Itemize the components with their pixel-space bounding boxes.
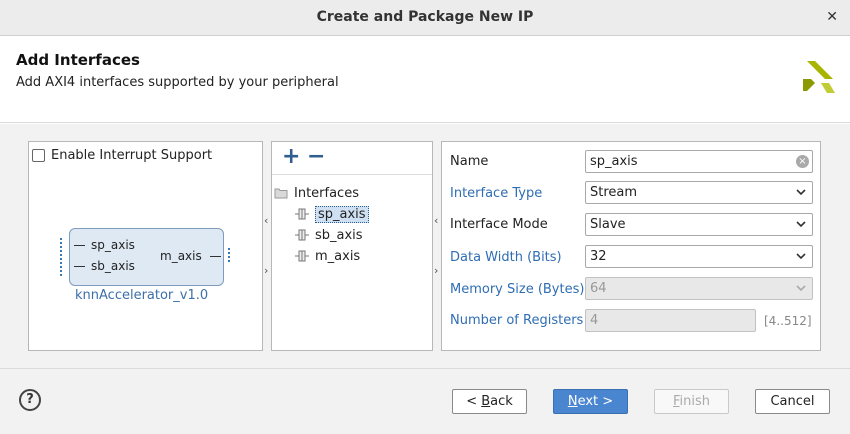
footer: ? < Back Next > Finish Cancel: [0, 368, 850, 434]
tree-item-sp-axis[interactable]: sp_axis: [295, 205, 369, 223]
back-label-rest: ack: [490, 394, 513, 409]
tree-item-sb-axis[interactable]: sb_axis: [295, 226, 363, 244]
memory-size-value: 64: [590, 281, 607, 296]
back-button[interactable]: < Back: [452, 389, 527, 414]
name-label: Name: [450, 154, 489, 169]
next-button[interactable]: Next >: [553, 389, 628, 414]
collapse-left-icon[interactable]: ‹: [264, 214, 268, 227]
content-area: Enable Interrupt Support sp_axis sb_axis…: [0, 124, 850, 368]
interface-port-icon: [295, 208, 309, 220]
chevron-down-icon: [796, 189, 806, 196]
interface-type-select[interactable]: Stream: [585, 181, 813, 204]
num-registers-field: 4: [585, 309, 756, 332]
memory-size-label: Memory Size (Bytes): [450, 282, 585, 297]
symbol-panel: Enable Interrupt Support sp_axis sb_axis…: [28, 141, 263, 351]
expand-right-icon[interactable]: ›: [434, 264, 438, 277]
interface-type-value: Stream: [590, 185, 638, 200]
right-port-dots: [228, 248, 231, 262]
finish-button: Finish: [654, 389, 729, 414]
interface-port-icon: [295, 229, 309, 241]
toolbar-divider: [272, 174, 432, 175]
tree-item-m-axis[interactable]: m_axis: [295, 247, 360, 265]
data-width-value: 32: [590, 249, 607, 264]
ip-block-name: knnAccelerator_v1.0: [75, 288, 209, 303]
port-sp-axis: sp_axis: [91, 238, 135, 252]
cancel-button[interactable]: Cancel: [755, 389, 830, 414]
port-line: [74, 245, 85, 246]
memory-size-select: 64: [585, 277, 813, 300]
next-label-rest: ext >: [577, 394, 614, 409]
page-header: Add Interfaces Add AXI4 interfaces suppo…: [0, 36, 850, 123]
interrupt-checkbox-row[interactable]: Enable Interrupt Support: [32, 148, 212, 163]
port-line: [210, 256, 221, 257]
xilinx-logo-icon: [803, 61, 835, 93]
remove-interface-button[interactable]: −: [307, 146, 325, 168]
data-width-label: Data Width (Bits): [450, 250, 562, 265]
interfaces-tree-panel: + − Interfaces sp_axis sb_axis m_axis: [271, 141, 433, 351]
folder-icon: [274, 188, 288, 199]
name-field[interactable]: sp_axis ×: [585, 150, 813, 173]
help-button[interactable]: ?: [19, 389, 41, 411]
tree-root-label: Interfaces: [294, 185, 359, 201]
left-port-dots: [60, 238, 63, 276]
num-registers-label: Number of Registers: [450, 313, 584, 328]
title-bar: Create and Package New IP ✕: [0, 0, 850, 36]
interface-mode-label: Interface Mode: [450, 217, 548, 232]
clear-icon[interactable]: ×: [796, 155, 809, 168]
interface-mode-select[interactable]: Slave: [585, 213, 813, 236]
tree-item-label: sb_axis: [315, 227, 363, 243]
ip-block: sp_axis sb_axis m_axis: [69, 228, 224, 286]
interface-type-label: Interface Type: [450, 186, 543, 201]
page-title: Add Interfaces: [16, 51, 140, 69]
tree-item-label: m_axis: [315, 248, 361, 264]
back-mnemonic: B: [481, 394, 491, 409]
port-m-axis: m_axis: [160, 249, 202, 263]
close-icon[interactable]: ✕: [826, 9, 838, 25]
page-subtitle: Add AXI4 interfaces supported by your pe…: [16, 75, 339, 90]
interface-port-icon: [295, 250, 309, 262]
chevron-down-icon: [796, 253, 806, 260]
name-value: sp_axis: [590, 154, 638, 169]
data-width-select[interactable]: 32: [585, 245, 813, 268]
chevron-down-icon: [796, 221, 806, 228]
interrupt-label: Enable Interrupt Support: [51, 148, 213, 163]
chevron-down-icon: [796, 285, 806, 292]
num-registers-range: [4..512]: [764, 314, 812, 328]
properties-panel: Name sp_axis × Interface Type Stream Int…: [441, 141, 821, 351]
expand-right-icon[interactable]: ›: [264, 264, 268, 277]
add-interface-button[interactable]: +: [282, 146, 300, 168]
collapse-left-icon[interactable]: ‹: [434, 214, 438, 227]
back-prefix: <: [466, 394, 482, 409]
next-mnemonic: N: [567, 394, 578, 409]
window-title: Create and Package New IP: [316, 9, 534, 25]
port-line: [74, 266, 85, 267]
num-registers-value: 4: [590, 313, 599, 328]
tree-root-interfaces[interactable]: Interfaces: [274, 184, 359, 202]
interface-mode-value: Slave: [590, 217, 626, 232]
interrupt-checkbox[interactable]: [32, 149, 45, 162]
finish-label-rest: inish: [679, 394, 711, 409]
tree-item-label: sp_axis: [315, 205, 369, 223]
port-sb-axis: sb_axis: [91, 259, 135, 273]
